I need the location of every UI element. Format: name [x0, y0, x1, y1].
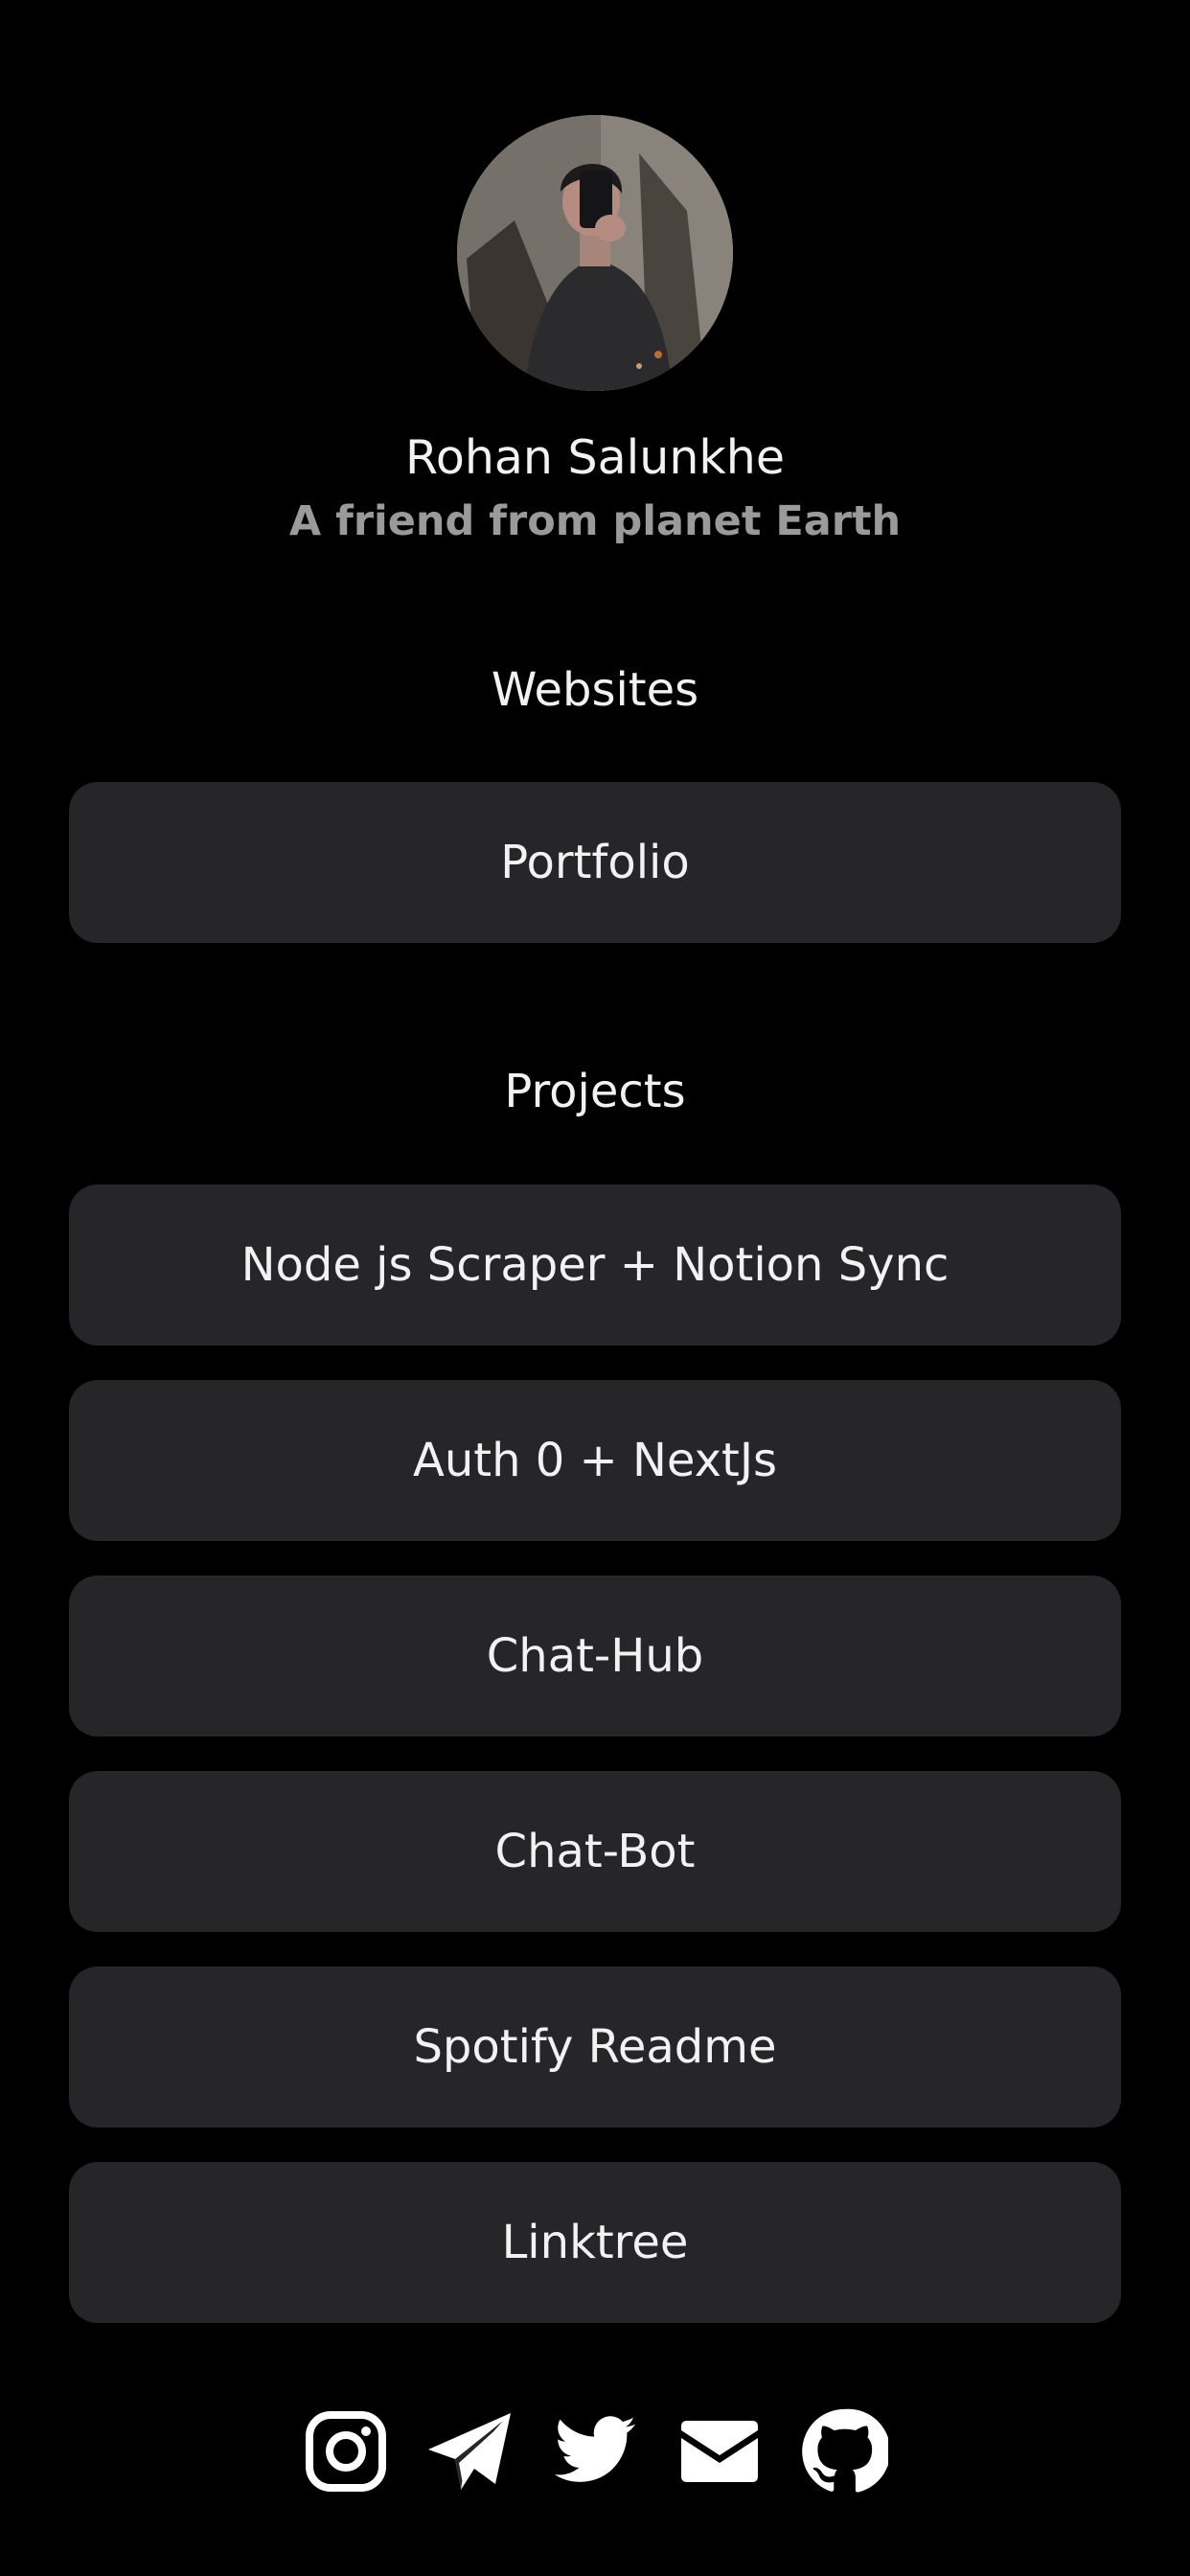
mail-icon[interactable]	[675, 2407, 764, 2496]
profile-name: Rohan Salunkhe	[405, 430, 785, 485]
portfolio-link-button[interactable]: Portfolio	[69, 782, 1121, 943]
spotify-readme-link-button[interactable]: Spotify Readme	[69, 1966, 1121, 2128]
social-links	[0, 2405, 1190, 2497]
auth0-nextjs-link-button[interactable]: Auth 0 + NextJs	[69, 1380, 1121, 1541]
github-icon[interactable]	[800, 2407, 888, 2496]
avatar	[457, 115, 733, 391]
linktree-link-button[interactable]: Linktree	[69, 2162, 1121, 2323]
telegram-icon[interactable]	[426, 2407, 515, 2496]
profile-tagline: A friend from planet Earth	[288, 497, 902, 545]
section-title-websites: Websites	[491, 663, 699, 717]
profile-photo	[457, 115, 733, 391]
chat-hub-link-button[interactable]: Chat-Hub	[69, 1576, 1121, 1736]
section-title-projects: Projects	[504, 1065, 686, 1118]
chat-bot-link-button[interactable]: Chat-Bot	[69, 1771, 1121, 1932]
twitter-icon[interactable]	[551, 2407, 639, 2496]
node-scraper-link-button[interactable]: Node js Scraper + Notion Sync	[69, 1184, 1121, 1346]
instagram-icon[interactable]	[302, 2407, 390, 2496]
